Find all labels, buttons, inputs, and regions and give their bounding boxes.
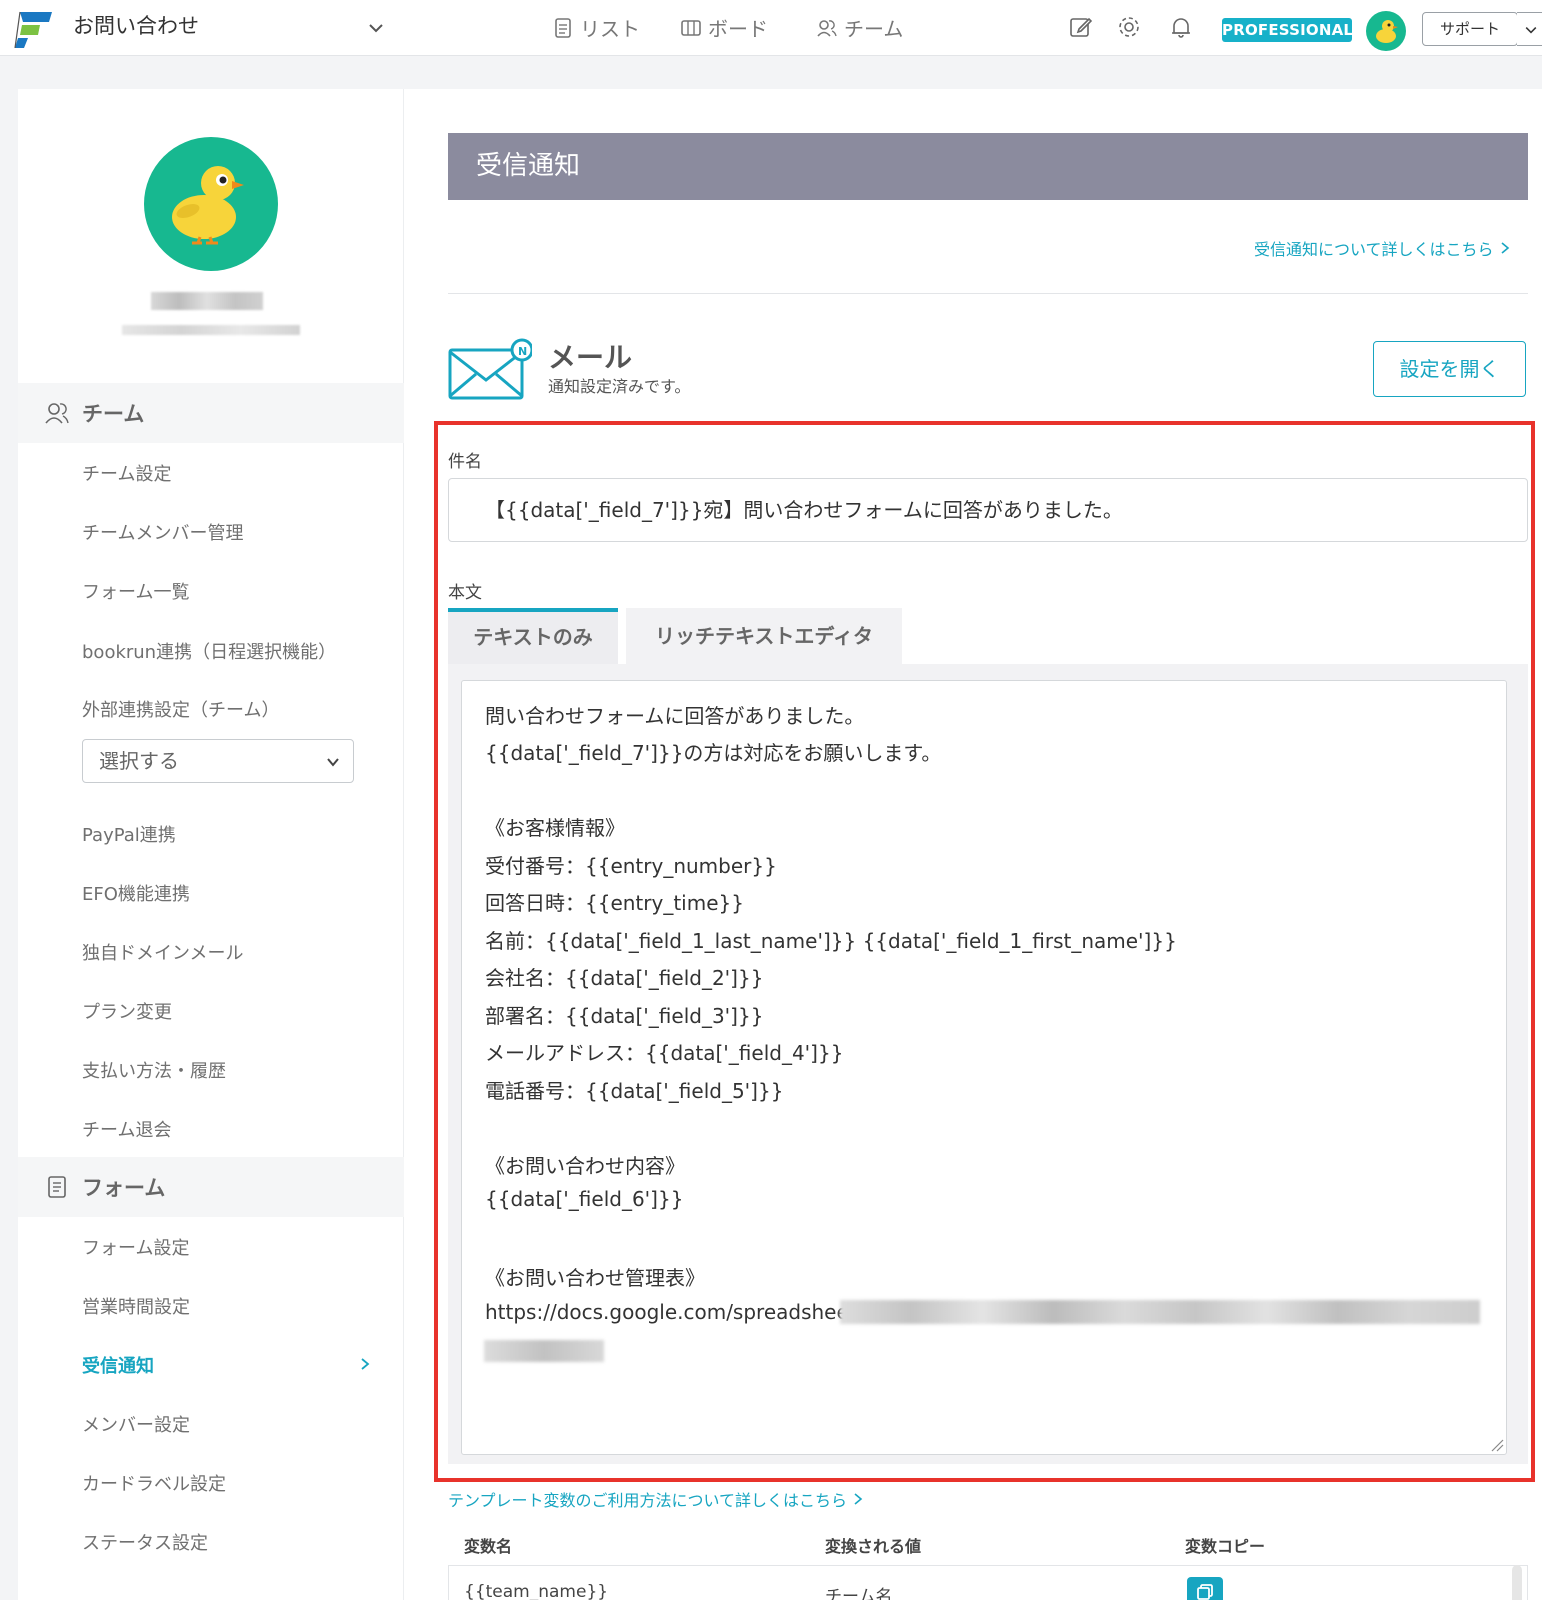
integration-select-value: 選択する	[99, 749, 179, 773]
copy-icon	[1197, 1584, 1213, 1600]
top-bar: お問い合わせ リスト ボード チーム PROFESSIONAL サポート	[0, 0, 1542, 56]
body-line: メールアドレス：{{data['_field_4']}}	[485, 1041, 844, 1065]
notification-help-link[interactable]: 受信通知について詳しくはこちら	[1254, 236, 1511, 260]
body-line: 部署名：{{data['_field_3']}}	[485, 1004, 764, 1028]
chevron-down-icon	[327, 758, 339, 767]
notification-help-text: 受信通知について詳しくはこちら	[1254, 240, 1494, 259]
body-line: 《お問い合わせ内容》	[485, 1154, 685, 1178]
duck-icon	[172, 166, 244, 245]
chevron-right-icon	[1501, 242, 1509, 254]
gear-icon[interactable]	[1116, 14, 1142, 40]
sidebar-item-leave-team[interactable]: チーム退会	[82, 1116, 171, 1142]
body-line: https://docs.google.com/spreadsheets	[485, 1300, 868, 1324]
tab-rich-text-editor[interactable]: リッチテキストエディタ	[626, 608, 902, 664]
sidebar-item-status-settings[interactable]: ステータス設定	[82, 1529, 208, 1555]
nav-board-label: ボード	[708, 17, 768, 41]
mail-section-title: メール	[548, 341, 633, 374]
sidebar-item-payment[interactable]: 支払い方法・履歴	[82, 1057, 226, 1083]
body-line: 回答日時：{{entry_time}}	[485, 891, 744, 915]
nav-team-label: チーム	[844, 17, 904, 41]
list-icon	[555, 17, 571, 38]
sidebar: チーム チーム設定 チームメンバー管理 フォーム一覧 bookrun連携（日程選…	[18, 89, 404, 1600]
body-textarea[interactable]	[461, 680, 1507, 1455]
blurred-url	[840, 1300, 1480, 1324]
team-icon	[817, 19, 837, 37]
template-variable-help-link[interactable]: テンプレート変数のご利用方法について詳しくはこちら	[448, 1487, 864, 1511]
table-cell-value: チーム名	[825, 1587, 893, 1600]
body-line: 《お問い合わせ管理表》	[485, 1266, 705, 1290]
sidebar-item-team-members[interactable]: チームメンバー管理	[82, 519, 243, 545]
profile-avatar	[144, 137, 278, 271]
mail-notification-icon: N	[448, 338, 532, 400]
support-button[interactable]: サポート	[1422, 12, 1518, 46]
subject-field[interactable]: 【{{data['_field_7']}}宛】問い合わせフォームに回答がありまし…	[448, 478, 1528, 542]
open-settings-button[interactable]: 設定を開く	[1373, 341, 1526, 397]
table-header-value: 変換される値	[825, 1537, 922, 1556]
nav-list[interactable]: リスト	[552, 13, 640, 42]
board-icon	[681, 19, 701, 36]
section-team-label: チーム	[82, 402, 145, 426]
bell-icon[interactable]	[1168, 14, 1194, 40]
table-cell-var: {{team_name}}	[464, 1582, 609, 1600]
blurred-username	[151, 292, 263, 310]
plan-badge: PROFESSIONAL	[1222, 18, 1353, 42]
sidebar-item-business-hours[interactable]: 営業時間設定	[82, 1293, 190, 1319]
form-icon	[48, 1176, 66, 1198]
team-icon	[45, 403, 69, 424]
sidebar-item-plan-change[interactable]: プラン変更	[82, 998, 172, 1024]
integration-select[interactable]: 選択する	[82, 739, 354, 783]
duck-icon	[1376, 20, 1398, 43]
svg-text:N: N	[518, 345, 527, 358]
blurred-email	[122, 325, 300, 335]
sidebar-item-member-settings[interactable]: メンバー設定	[82, 1411, 190, 1437]
page-title: 受信通知	[448, 133, 1528, 200]
body-line: 会社名：{{data['_field_2']}}	[485, 966, 764, 990]
nav-team[interactable]: チーム	[816, 13, 903, 42]
sidebar-item-card-labels[interactable]: カードラベル設定	[82, 1470, 226, 1496]
sidebar-item-form-list[interactable]: フォーム一覧	[82, 578, 189, 604]
body-label: 本文	[448, 583, 482, 603]
table-scrollbar[interactable]	[1512, 1565, 1522, 1600]
copy-variable-button[interactable]	[1187, 1577, 1223, 1600]
resize-grip-icon[interactable]	[1490, 1438, 1504, 1452]
blurred-url	[484, 1340, 604, 1362]
body-line: 問い合わせフォームに回答がありました。	[485, 704, 865, 728]
sidebar-item-external-integration[interactable]: 外部連携設定（チーム）	[82, 696, 279, 722]
user-avatar[interactable]	[1366, 11, 1406, 51]
chevron-right-icon	[361, 1358, 370, 1370]
support-dropdown[interactable]	[1517, 12, 1542, 46]
table-header-copy: 変数コピー	[1185, 1537, 1266, 1556]
tab-text-only[interactable]: テキストのみ	[448, 608, 618, 664]
mail-status-text: 通知設定済みです。	[548, 377, 691, 396]
chevron-right-icon	[854, 1493, 863, 1505]
template-variable-help-text: テンプレート変数のご利用方法について詳しくはこちら	[448, 1491, 848, 1510]
variable-table	[448, 1565, 1528, 1600]
body-line: 名前：{{data['_field_1_last_name']}} {{data…	[485, 929, 1177, 953]
sidebar-item-notifications[interactable]: 受信通知	[82, 1352, 154, 1378]
table-header-var: 変数名	[464, 1537, 513, 1556]
body-line: {{data['_field_6']}}	[485, 1187, 684, 1211]
nav-board[interactable]: ボード	[680, 13, 768, 42]
sidebar-item-bookrun[interactable]: bookrun連携（日程選択機能）	[82, 638, 336, 664]
chevron-down-icon[interactable]	[366, 18, 386, 38]
body-line: 受付番号：{{entry_number}}	[485, 854, 777, 878]
sidebar-item-custom-domain-mail[interactable]: 独自ドメインメール	[82, 939, 243, 965]
chevron-down-icon	[1525, 27, 1537, 34]
sidebar-item-team-settings[interactable]: チーム設定	[82, 460, 171, 486]
app-logo-icon[interactable]	[14, 10, 54, 48]
edit-icon[interactable]	[1068, 14, 1094, 40]
section-team: チーム	[18, 383, 404, 443]
nav-list-label: リスト	[580, 17, 640, 41]
body-line: 《お客様情報》	[485, 816, 625, 840]
sidebar-item-form-settings[interactable]: フォーム設定	[82, 1234, 189, 1260]
sidebar-item-paypal[interactable]: PayPal連携	[82, 821, 176, 847]
body-line: {{data['_field_7']}}の方は対応をお願いします。	[485, 741, 942, 765]
divider	[448, 293, 1528, 294]
section-form: フォーム	[18, 1157, 404, 1217]
sidebar-item-efo[interactable]: EFO機能連携	[82, 880, 190, 906]
subject-label: 件名	[448, 452, 482, 472]
section-form-label: フォーム	[82, 1176, 166, 1200]
app-title[interactable]: お問い合わせ	[73, 10, 199, 40]
body-line: 電話番号：{{data['_field_5']}}	[485, 1079, 784, 1103]
